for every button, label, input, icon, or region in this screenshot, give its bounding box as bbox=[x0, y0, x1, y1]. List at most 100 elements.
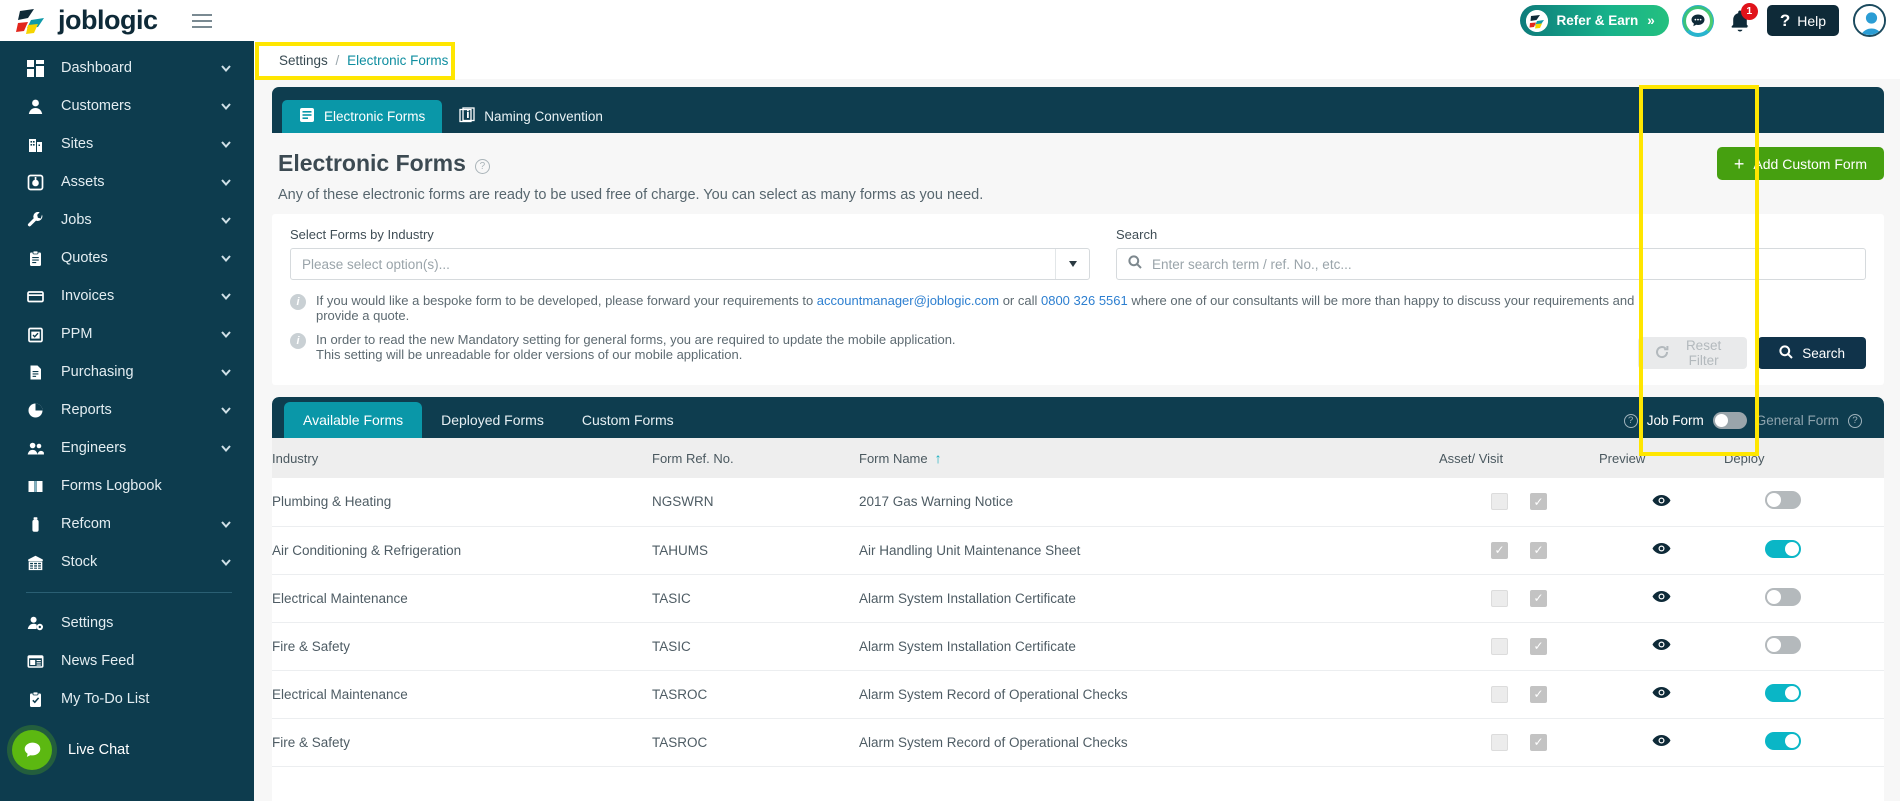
filter-panel: Select Forms by Industry Please select o… bbox=[272, 214, 1884, 385]
help-question-icon: ? bbox=[1779, 10, 1791, 30]
cell-spacer bbox=[1842, 622, 1884, 671]
asset-checkbox[interactable] bbox=[1491, 733, 1508, 751]
visit-checkbox[interactable] bbox=[1530, 541, 1547, 559]
tab-electronic-forms[interactable]: Electronic Forms bbox=[282, 100, 443, 133]
col-form-name-label: Form Name bbox=[859, 451, 928, 466]
preview-eye-icon[interactable] bbox=[1652, 494, 1671, 507]
search-box[interactable] bbox=[1116, 248, 1866, 280]
menu-toggle-icon[interactable] bbox=[191, 13, 212, 28]
sidebar-item-dashboard[interactable]: Dashboard bbox=[0, 49, 254, 87]
notifications-button[interactable]: 1 bbox=[1727, 2, 1758, 36]
cell-form-name: Alarm System Record of Operational Check… bbox=[859, 670, 1439, 719]
live-chat-button[interactable]: Live Chat bbox=[0, 718, 254, 770]
sidebar-item-invoices[interactable]: Invoices bbox=[0, 277, 254, 315]
col-asset-visit[interactable]: Asset/ Visit bbox=[1439, 438, 1599, 478]
col-form-ref-no[interactable]: Form Ref. No. bbox=[652, 438, 859, 478]
sidebar-item-assets[interactable]: Assets bbox=[0, 163, 254, 201]
sidebar-item-stock[interactable]: Stock bbox=[0, 543, 254, 581]
asset-checkbox[interactable] bbox=[1491, 637, 1508, 655]
deploy-toggle[interactable] bbox=[1765, 731, 1801, 750]
refer-and-earn-button[interactable]: Refer & Earn » bbox=[1519, 5, 1669, 36]
deploy-toggle[interactable] bbox=[1765, 587, 1801, 606]
table-row[interactable]: Air Conditioning & Refrigeration TAHUMS … bbox=[272, 526, 1884, 575]
job-form-help-icon[interactable]: ? bbox=[1623, 413, 1638, 428]
visit-checkbox[interactable] bbox=[1530, 637, 1547, 655]
tab-naming-convention[interactable]: Naming Convention bbox=[442, 100, 620, 133]
user-avatar[interactable] bbox=[1853, 4, 1886, 37]
asset-checkbox[interactable] bbox=[1491, 493, 1508, 511]
sidebar-item-forms-logbook[interactable]: Forms Logbook bbox=[0, 467, 254, 505]
reset-filter-button[interactable]: Reset Filter bbox=[1637, 337, 1748, 369]
asset-checkbox[interactable] bbox=[1491, 541, 1508, 559]
sidebar-item-reports[interactable]: Reports bbox=[0, 391, 254, 429]
table-row[interactable]: Fire & Safety TASROC Alarm System Record… bbox=[272, 718, 1884, 767]
deploy-toggle[interactable] bbox=[1765, 491, 1801, 510]
sidebar-item-customers[interactable]: Customers bbox=[0, 87, 254, 125]
table-row[interactable]: Electrical Maintenance TASIC Alarm Syste… bbox=[272, 574, 1884, 623]
col-form-name[interactable]: Form Name ↑ bbox=[859, 438, 1439, 478]
brand[interactable]: joblogic bbox=[0, 5, 158, 36]
search-input[interactable] bbox=[1152, 256, 1865, 272]
job-general-form-switch[interactable] bbox=[1712, 412, 1747, 429]
tab-deployed-forms[interactable]: Deployed Forms bbox=[422, 402, 563, 438]
sidebar-item-my-to-do-list[interactable]: My To-Do List bbox=[0, 680, 254, 718]
col-deploy[interactable]: Deploy bbox=[1724, 438, 1842, 478]
account-manager-email-link[interactable]: accountmanager@joblogic.com bbox=[817, 293, 999, 308]
visit-checkbox[interactable] bbox=[1530, 733, 1547, 751]
breadcrumb-root[interactable]: Settings bbox=[279, 53, 328, 68]
visit-checkbox[interactable] bbox=[1530, 493, 1547, 511]
preview-eye-icon[interactable] bbox=[1652, 638, 1671, 651]
sidebar-item-quotes[interactable]: Quotes bbox=[0, 239, 254, 277]
cell-preview bbox=[1599, 526, 1724, 575]
page-title-help-icon[interactable]: ? bbox=[474, 158, 490, 174]
page-header: Electronic Forms ? + Add Custom Form bbox=[272, 133, 1884, 180]
chevron-down-icon bbox=[220, 214, 232, 226]
tab-custom-forms[interactable]: Custom Forms bbox=[563, 402, 693, 438]
preview-eye-icon[interactable] bbox=[1652, 590, 1671, 603]
deploy-toggle[interactable] bbox=[1765, 539, 1801, 558]
sidebar-item-ppm[interactable]: PPM bbox=[0, 315, 254, 353]
asset-checkbox[interactable] bbox=[1491, 685, 1508, 703]
sidebar-item-settings[interactable]: Settings bbox=[0, 604, 254, 642]
visit-checkbox[interactable] bbox=[1530, 685, 1547, 703]
col-industry[interactable]: Industry bbox=[272, 438, 652, 478]
tab-available-forms[interactable]: Available Forms bbox=[284, 402, 423, 438]
sidebar-item-news-feed[interactable]: News Feed bbox=[0, 642, 254, 680]
breadcrumb-current[interactable]: Electronic Forms bbox=[347, 53, 448, 68]
table-scroll-area[interactable]: Industry Form Ref. No. Form Name ↑ Asset/… bbox=[272, 438, 1884, 801]
preview-eye-icon[interactable] bbox=[1652, 542, 1671, 555]
help-button[interactable]: ? Help bbox=[1766, 5, 1839, 36]
table-row[interactable]: Plumbing & Heating NGSWRN 2017 Gas Warni… bbox=[272, 478, 1884, 527]
sidebar-item-jobs[interactable]: Jobs bbox=[0, 201, 254, 239]
table-row[interactable]: Fire & Safety TASIC Alarm System Install… bbox=[272, 622, 1884, 671]
cell-ref: NGSWRN bbox=[652, 478, 859, 527]
sidebar-item-refcom[interactable]: Refcom bbox=[0, 505, 254, 543]
sidebar-item-purchasing[interactable]: Purchasing bbox=[0, 353, 254, 391]
sidebar-label: PPM bbox=[61, 326, 93, 342]
asset-checkbox[interactable] bbox=[1491, 589, 1508, 607]
cell-asset-visit bbox=[1439, 478, 1599, 527]
general-form-help-icon[interactable]: ? bbox=[1848, 413, 1862, 428]
info-icon: i bbox=[290, 294, 306, 310]
deploy-toggle[interactable] bbox=[1765, 635, 1801, 654]
search-button[interactable]: Search bbox=[1758, 337, 1866, 369]
col-preview[interactable]: Preview bbox=[1599, 438, 1724, 478]
visit-checkbox[interactable] bbox=[1530, 589, 1547, 607]
sidebar-item-engineers[interactable]: Engineers bbox=[0, 429, 254, 467]
industry-select[interactable]: Please select option(s)... bbox=[290, 248, 1090, 280]
table-row[interactable]: Electrical Maintenance TASROC Alarm Syst… bbox=[272, 670, 1884, 719]
support-phone-link[interactable]: 0800 326 5561 bbox=[1041, 293, 1128, 308]
deploy-toggle[interactable] bbox=[1765, 683, 1801, 702]
preview-eye-icon[interactable] bbox=[1652, 734, 1671, 747]
search-filter: Search bbox=[1116, 227, 1866, 280]
sidebar-item-sites[interactable]: Sites bbox=[0, 125, 254, 163]
cell-form-name: Alarm System Record of Operational Check… bbox=[859, 718, 1439, 767]
chevron-down-icon bbox=[220, 62, 232, 74]
general-form-label: General Form bbox=[1755, 413, 1839, 428]
chevron-down-icon[interactable] bbox=[1055, 249, 1089, 279]
add-custom-form-button[interactable]: + Add Custom Form bbox=[1716, 147, 1884, 180]
chat-bubble-icon[interactable] bbox=[1682, 5, 1713, 36]
preview-eye-icon[interactable] bbox=[1652, 686, 1671, 699]
form-type-toggle: ? Job Form General Form ? bbox=[1623, 412, 1884, 438]
cell-spacer bbox=[1842, 478, 1884, 527]
